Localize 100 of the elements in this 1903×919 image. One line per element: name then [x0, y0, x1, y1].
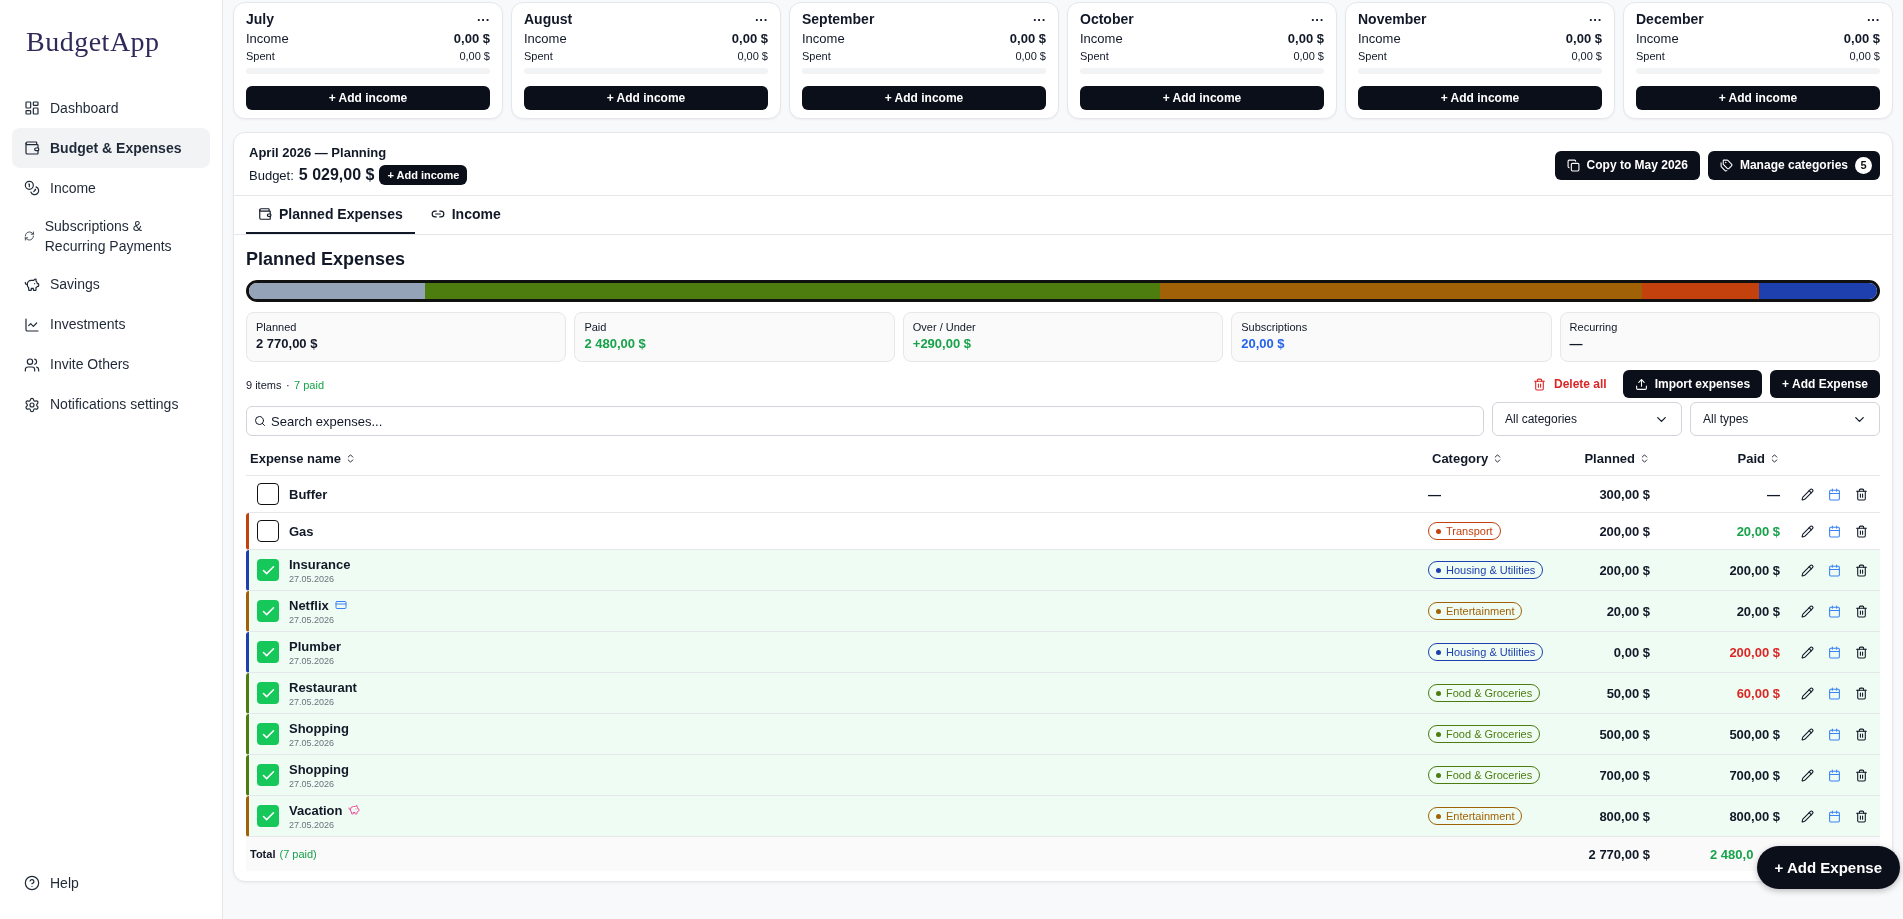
- more-menu[interactable]: ···: [755, 11, 768, 27]
- sidebar-item[interactable]: Savings: [12, 264, 210, 305]
- help-link[interactable]: Help: [12, 863, 210, 903]
- category-select[interactable]: All categories: [1492, 402, 1682, 436]
- sidebar-item[interactable]: Invite Others: [12, 344, 210, 385]
- tab[interactable]: Income: [418, 196, 513, 234]
- more-menu[interactable]: ···: [1311, 11, 1324, 27]
- add-income-button[interactable]: + Add income: [1636, 86, 1880, 110]
- more-menu[interactable]: ···: [1867, 11, 1880, 27]
- calendar-icon[interactable]: [1828, 686, 1841, 700]
- add-income-button[interactable]: + Add income: [379, 165, 468, 185]
- planned-amount: 200,00 $: [1599, 562, 1650, 578]
- edit-icon[interactable]: [1801, 727, 1814, 741]
- nav-icon: [24, 276, 40, 293]
- add-income-button[interactable]: + Add income: [802, 86, 1046, 110]
- link-icon: [430, 207, 445, 221]
- edit-icon[interactable]: [1801, 809, 1814, 823]
- edit-icon[interactable]: [1801, 686, 1814, 700]
- column-header[interactable]: Planned: [1560, 451, 1660, 466]
- calendar-icon[interactable]: [1828, 604, 1841, 618]
- copy-button[interactable]: Copy to May 2026: [1554, 150, 1700, 180]
- piggy-bank-icon: [348, 804, 361, 816]
- checkbox[interactable]: [257, 723, 279, 745]
- spent-amount: 0,00 $: [1571, 50, 1602, 62]
- more-menu[interactable]: ···: [477, 11, 490, 27]
- checkbox[interactable]: [257, 600, 279, 622]
- expense-name: Vacation: [289, 802, 343, 818]
- trash-icon[interactable]: [1855, 809, 1868, 823]
- trash-icon[interactable]: [1855, 686, 1868, 700]
- nav-icon: [24, 316, 40, 333]
- more-menu[interactable]: ···: [1033, 11, 1046, 27]
- tags-icon: [1719, 158, 1733, 172]
- edit-icon[interactable]: [1801, 768, 1814, 782]
- checkbox[interactable]: [257, 559, 279, 581]
- stat-value: 20,00 $: [1241, 336, 1286, 351]
- spent-label: Spent: [1080, 50, 1109, 62]
- spent-label: Spent: [524, 50, 553, 62]
- paid-amount: 500,00 $: [1729, 726, 1780, 742]
- trash-icon[interactable]: [1855, 604, 1868, 618]
- planned-amount: 700,00 $: [1599, 767, 1650, 783]
- paid-amount: 200,00 $: [1729, 644, 1780, 660]
- expense-name: Netflix: [289, 597, 329, 613]
- search-field[interactable]: Search expenses...: [246, 406, 1484, 436]
- sidebar-item[interactable]: Dashboard: [12, 88, 210, 128]
- checkbox[interactable]: [257, 805, 279, 827]
- checkbox[interactable]: [257, 764, 279, 786]
- edit-icon[interactable]: [1801, 563, 1814, 577]
- trash-icon[interactable]: [1855, 563, 1868, 577]
- spent-amount: 0,00 $: [1015, 50, 1046, 62]
- edit-icon[interactable]: [1801, 524, 1814, 538]
- budget-label: Budget:: [249, 167, 294, 183]
- type-select[interactable]: All types: [1690, 402, 1880, 436]
- add-income-button[interactable]: + Add income: [1080, 86, 1324, 110]
- import-button[interactable]: Import expenses: [1622, 370, 1763, 398]
- checkbox[interactable]: [257, 520, 279, 542]
- expense-name: Insurance: [289, 556, 351, 572]
- sidebar-item[interactable]: Subscriptions & Recurring Payments: [12, 208, 210, 265]
- add-income-button[interactable]: + Add income: [246, 86, 490, 110]
- checkbox[interactable]: [257, 682, 279, 704]
- column-header[interactable]: Category: [1428, 451, 1560, 466]
- add-income-button[interactable]: + Add income: [1358, 86, 1602, 110]
- expense-date: 27.05.2026: [289, 819, 336, 830]
- delete-all-button[interactable]: Delete all: [1525, 373, 1615, 395]
- trash-icon[interactable]: [1855, 487, 1868, 501]
- sidebar-item[interactable]: Income: [12, 168, 210, 208]
- expense-date: 27.05.2026: [289, 655, 336, 666]
- spent-amount: 0,00 $: [737, 50, 768, 62]
- edit-icon[interactable]: [1801, 604, 1814, 618]
- calendar-icon[interactable]: [1828, 768, 1841, 782]
- calendar-icon[interactable]: [1828, 563, 1841, 577]
- calendar-icon[interactable]: [1828, 727, 1841, 741]
- add-expense-button[interactable]: + Add Expense: [1756, 846, 1900, 889]
- total-paid-note: (7 paid): [279, 848, 317, 860]
- manage-categories-button[interactable]: Manage categories 5: [1707, 150, 1880, 180]
- sidebar-item[interactable]: Budget & Expenses: [12, 128, 210, 168]
- calendar-icon[interactable]: [1828, 487, 1841, 501]
- tab[interactable]: Planned Expenses: [246, 196, 415, 234]
- trash-icon[interactable]: [1855, 524, 1868, 538]
- column-header[interactable]: Expense name: [246, 451, 1428, 466]
- calendar-icon[interactable]: [1828, 809, 1841, 823]
- more-menu[interactable]: ···: [1589, 11, 1602, 27]
- add-expense-button[interactable]: + Add Expense: [1770, 370, 1880, 398]
- checkbox[interactable]: [257, 641, 279, 663]
- column-header[interactable]: Paid: [1660, 451, 1790, 466]
- trash-icon[interactable]: [1855, 645, 1868, 659]
- nav-icon: [24, 396, 40, 413]
- app-logo: BudgetApp: [25, 25, 161, 59]
- checkbox[interactable]: [257, 483, 279, 505]
- calendar-icon[interactable]: [1828, 645, 1841, 659]
- add-income-button[interactable]: + Add income: [524, 86, 768, 110]
- stat-value: 2 480,00 $: [584, 336, 647, 351]
- trash-icon[interactable]: [1855, 768, 1868, 782]
- trash-icon[interactable]: [1855, 727, 1868, 741]
- edit-icon[interactable]: [1801, 645, 1814, 659]
- expense-name: Buffer: [289, 486, 328, 502]
- income-label: Income: [1080, 31, 1123, 46]
- sidebar-item[interactable]: Notifications settings: [12, 384, 210, 425]
- sidebar-item[interactable]: Investments: [12, 304, 210, 345]
- calendar-icon[interactable]: [1828, 524, 1841, 538]
- edit-icon[interactable]: [1801, 487, 1814, 501]
